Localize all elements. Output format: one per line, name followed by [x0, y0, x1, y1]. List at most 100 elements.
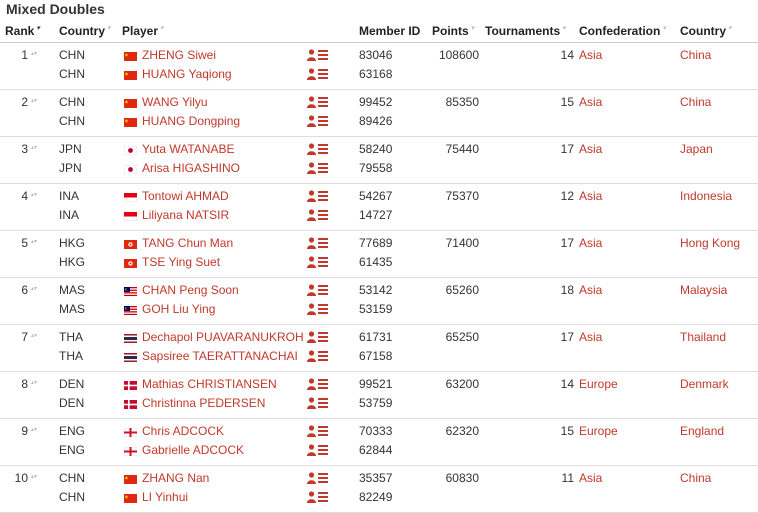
- user-list-icon[interactable]: [307, 472, 329, 484]
- member-id: 53759: [359, 396, 393, 410]
- tournaments-value: 17: [560, 236, 574, 250]
- country-code: CHN: [59, 114, 85, 128]
- col-tournaments[interactable]: Tournaments ▾: [485, 24, 566, 38]
- country-link[interactable]: Japan: [680, 142, 713, 156]
- confederation-link[interactable]: Asia: [579, 142, 602, 156]
- country-link[interactable]: Hong Kong: [680, 236, 740, 250]
- player-link[interactable]: LI Yinhui: [142, 490, 188, 504]
- player-link[interactable]: CHAN Peng Soon: [142, 283, 239, 297]
- player-link[interactable]: HUANG Yaqiong: [142, 67, 232, 81]
- confederation-link[interactable]: Europe: [579, 424, 618, 438]
- member-id: 83046: [359, 48, 393, 62]
- user-list-icon[interactable]: [307, 237, 329, 249]
- user-list-icon[interactable]: [307, 284, 329, 296]
- user-list-icon[interactable]: [307, 162, 329, 174]
- country-link[interactable]: China: [680, 95, 711, 109]
- confederation-link[interactable]: Europe: [579, 377, 618, 391]
- table-header: Rank ▾ Country ▾ Player ▾ Member ID Points ▾…: [0, 22, 758, 42]
- player-link[interactable]: Arisa HIGASHINO: [142, 161, 240, 175]
- confederation-link[interactable]: Asia: [579, 189, 602, 203]
- rank-value: 8: [21, 377, 28, 391]
- sort-icon: ▾: [107, 25, 111, 32]
- player-link[interactable]: Chris ADCOCK: [142, 424, 224, 438]
- col-country-code[interactable]: Country ▾: [59, 24, 111, 38]
- country-link[interactable]: England: [680, 424, 724, 438]
- player-link[interactable]: WANG Yilyu: [142, 95, 208, 109]
- user-list-icon[interactable]: [307, 378, 329, 390]
- user-list-icon[interactable]: [307, 49, 329, 61]
- country-link[interactable]: Indonesia: [680, 189, 732, 203]
- user-list-icon[interactable]: [307, 425, 329, 437]
- player-link[interactable]: Liliyana NATSIR: [142, 208, 229, 222]
- user-list-icon[interactable]: [307, 444, 329, 456]
- user-list-icon[interactable]: [307, 96, 329, 108]
- user-list-icon[interactable]: [307, 331, 329, 343]
- user-list-icon[interactable]: [307, 397, 329, 409]
- rank-value: 1: [21, 48, 28, 62]
- player-link[interactable]: Dechapol PUAVARANUKROH: [142, 330, 304, 344]
- points-value: 65250: [445, 330, 479, 344]
- points-value: 60830: [445, 471, 479, 485]
- rank-sort-icon: ▴▾: [31, 286, 38, 292]
- eng-flag-icon: [123, 426, 138, 438]
- member-id: 14727: [359, 208, 393, 222]
- rank-value: 2: [21, 95, 28, 109]
- ranking-table-body: 1 ▴▾ CHN CHN ZHENG Siwei HUANG Yaqiong 8…: [0, 43, 758, 513]
- rank-value: 5: [21, 236, 28, 250]
- rank-value: 7: [21, 330, 28, 344]
- rank-value: 6: [21, 283, 28, 297]
- country-link[interactable]: Denmark: [680, 377, 729, 391]
- player-link[interactable]: Tontowi AHMAD: [142, 189, 229, 203]
- player-link[interactable]: Gabrielle ADCOCK: [142, 443, 244, 457]
- mas-flag-icon: [124, 304, 137, 315]
- user-list-icon[interactable]: [307, 491, 329, 503]
- country-link[interactable]: China: [680, 48, 711, 62]
- user-list-icon[interactable]: [307, 209, 329, 221]
- confederation-link[interactable]: Asia: [579, 283, 602, 297]
- confederation-link[interactable]: Asia: [579, 236, 602, 250]
- user-list-icon[interactable]: [307, 256, 329, 268]
- player-link[interactable]: HUANG Dongping: [142, 114, 240, 128]
- rank-sort-icon: ▴▾: [31, 333, 38, 339]
- tournaments-value: 14: [560, 377, 574, 391]
- player-link[interactable]: GOH Liu Ying: [142, 302, 215, 316]
- col-confederation[interactable]: Confederation ▾: [579, 24, 666, 38]
- table-row: 10 ▴▾ CHN CHN ZHANG Nan LI Yinhui 35357 …: [0, 466, 758, 513]
- player-link[interactable]: Yuta WATANABE: [142, 142, 234, 156]
- user-list-icon[interactable]: [307, 190, 329, 202]
- user-list-icon[interactable]: [307, 68, 329, 80]
- member-id: 58240: [359, 142, 393, 156]
- confederation-link[interactable]: Asia: [579, 95, 602, 109]
- col-country[interactable]: Country ▾: [680, 24, 732, 38]
- confederation-link[interactable]: Asia: [579, 330, 602, 344]
- mas-flag-icon: [124, 285, 137, 296]
- country-code: MAS: [59, 302, 86, 316]
- player-link[interactable]: ZHENG Siwei: [142, 48, 216, 62]
- member-id: 79558: [359, 161, 393, 175]
- col-points[interactable]: Points ▾: [432, 24, 474, 38]
- member-id: 62844: [359, 443, 393, 457]
- user-list-icon[interactable]: [307, 350, 329, 362]
- col-rank[interactable]: Rank ▾: [5, 24, 40, 38]
- country-code: THA: [59, 349, 83, 363]
- col-member-id[interactable]: Member ID: [359, 24, 420, 38]
- player-link[interactable]: TANG Chun Man: [142, 236, 233, 250]
- country-link[interactable]: China: [680, 471, 711, 485]
- user-list-icon[interactable]: [307, 115, 329, 127]
- player-link[interactable]: ZHANG Nan: [142, 471, 209, 485]
- country-code: CHN: [59, 471, 85, 485]
- points-value: 85350: [445, 95, 479, 109]
- user-list-icon[interactable]: [307, 143, 329, 155]
- country-link[interactable]: Thailand: [680, 330, 726, 344]
- country-code: MAS: [59, 283, 86, 297]
- col-player[interactable]: Player ▾: [122, 24, 164, 38]
- country-link[interactable]: Malaysia: [680, 283, 727, 297]
- player-link[interactable]: Sapsiree TAERATTANACHAI: [142, 349, 298, 363]
- player-link[interactable]: Christinna PEDERSEN: [142, 396, 265, 410]
- rank-sort-icon: ▴▾: [31, 51, 38, 57]
- confederation-link[interactable]: Asia: [579, 471, 602, 485]
- confederation-link[interactable]: Asia: [579, 48, 602, 62]
- player-link[interactable]: Mathias CHRISTIANSEN: [142, 377, 277, 391]
- user-list-icon[interactable]: [307, 303, 329, 315]
- player-link[interactable]: TSE Ying Suet: [142, 255, 220, 269]
